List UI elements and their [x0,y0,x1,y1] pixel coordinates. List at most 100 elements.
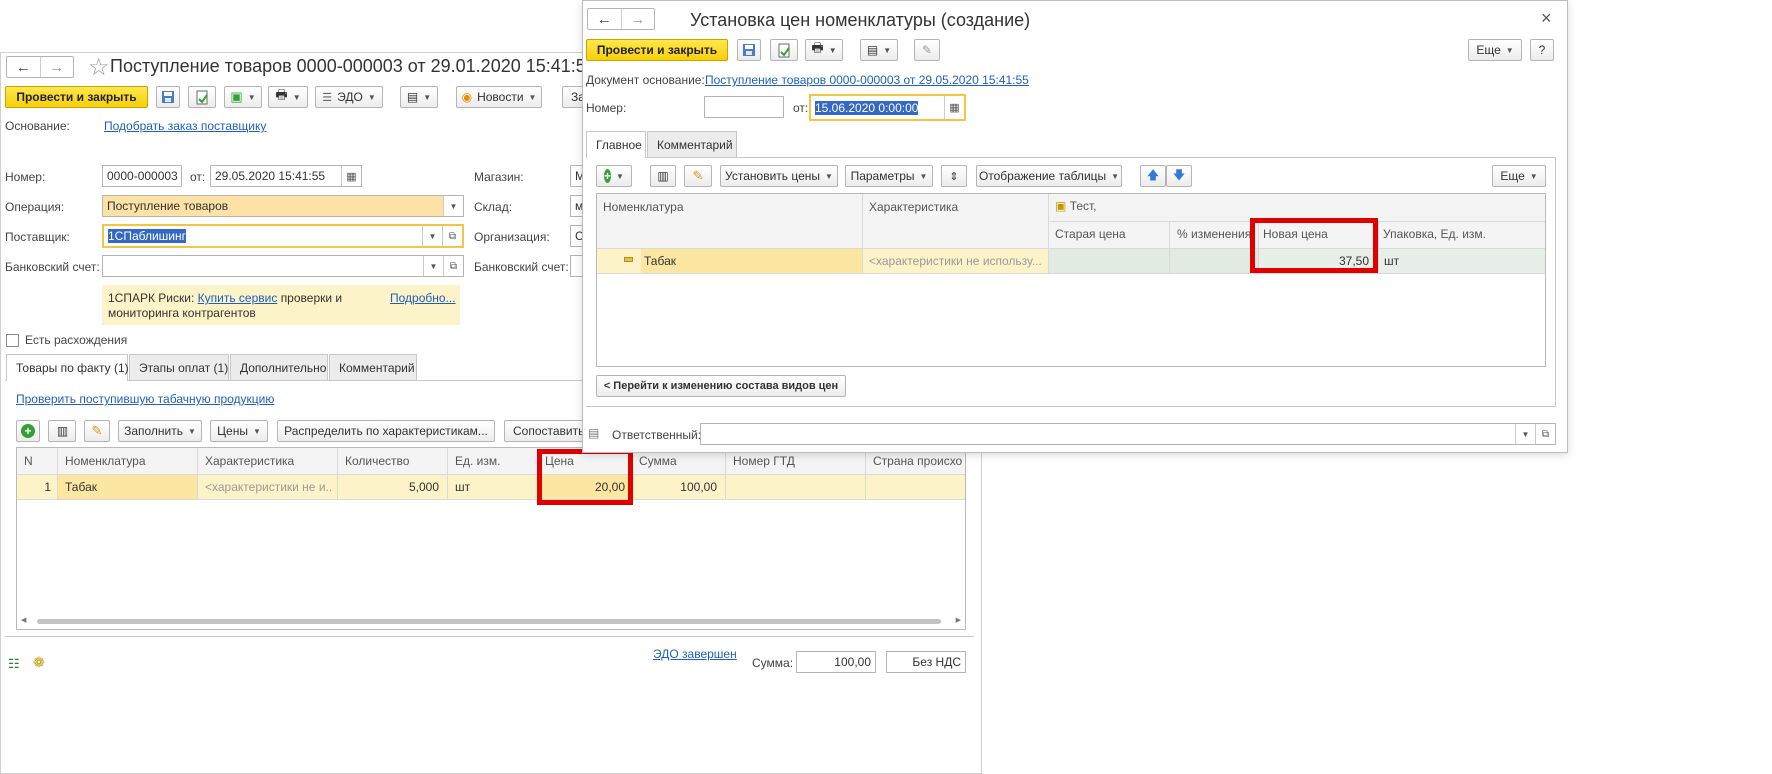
col-price-nomenklatura[interactable]: Номенклатура [603,200,853,214]
price-date-field[interactable]: 15.06.2020 0:00:00 ▦ [809,94,966,121]
tab-additional[interactable]: Дополнительно [230,354,328,380]
table-display-button[interactable]: Отображение таблицы ▼ [976,165,1122,187]
log-icon[interactable]: ☷ [8,656,20,672]
prices-button[interactable]: Цены ▼ [210,420,268,442]
compare-button[interactable]: Сопоставить [504,420,588,442]
price-post-close-button[interactable]: Провести и закрыть [586,39,728,61]
postavshik-field[interactable]: 1СПаблишинг ▼ ⧉ [102,224,464,248]
price-edit-button[interactable]: ✎ [914,39,940,61]
row-height-button[interactable]: ⇕ [941,165,967,187]
post-close-button[interactable]: Провести и закрыть [5,86,148,108]
price-row-harakteristika[interactable]: <характеристики не использу... [869,254,1041,268]
bank-field[interactable]: ▼ ⧉ [102,255,464,277]
fill-button[interactable]: Заполнить ▼ [118,420,202,442]
price-barcode-button[interactable]: ▥ [650,165,676,187]
chevron-down-icon[interactable]: ▼ [422,226,442,246]
price-post-button[interactable] [770,39,798,61]
post-button[interactable] [188,86,216,108]
scroll-thumb[interactable] [37,619,941,624]
create-based-button[interactable]: ▣ ▼ [224,86,262,108]
news-button[interactable]: ◉ Новости ▼ [456,86,542,108]
col-gtd[interactable]: Номер ГТД [733,454,861,468]
row-ed[interactable]: шт [455,480,533,494]
calendar-icon[interactable]: ▦ [341,166,361,186]
date-field[interactable]: 29.05.2020 15:41:55 ▦ [210,165,362,187]
price-reports-button[interactable]: ▤ ▼ [860,39,898,61]
distribute-button[interactable]: Распределить по характеристикам... [277,420,495,442]
back-arrow-icon[interactable]: ← [588,9,621,29]
tab-comment[interactable]: Комментарий [329,354,417,380]
star-icon[interactable]: ☆ [88,53,110,82]
col-price-harakteristika[interactable]: Характеристика [869,200,1039,214]
open-icon[interactable]: ⧉ [1535,424,1555,444]
row-kolichestvo[interactable]: 5,000 [341,480,439,494]
tab-main[interactable]: Главное [586,131,646,158]
add-row-button[interactable]: + [16,420,40,442]
col-change[interactable]: % изменения [1177,227,1257,241]
scroll-left-icon[interactable]: ◀ [21,616,26,624]
price-row-unit[interactable]: шт [1384,254,1534,268]
save-button[interactable] [156,86,180,108]
print-button[interactable]: 🖶 ▼ [268,86,308,108]
price-row-nomenklatura[interactable]: Табак [644,254,854,268]
price-nomer-field[interactable] [704,96,784,118]
chevron-down-icon[interactable]: ▼ [423,256,443,276]
col-old-price[interactable]: Старая цена [1055,227,1165,241]
forward-arrow-icon[interactable]: → [39,57,74,77]
close-icon[interactable]: × [1541,8,1552,29]
back-arrow-icon[interactable]: ← [7,57,40,77]
osnovanie-link[interactable]: Подобрать заказ поставщику [104,119,266,133]
chevron-down-icon[interactable]: ▼ [1515,424,1535,444]
check-tobacco-link[interactable]: Проверить поступившую табачную продукцию [16,392,274,406]
row-summa[interactable]: 100,00 [635,480,717,494]
tab-goods[interactable]: Товары по факту (1) [6,354,129,381]
spark-more-link[interactable]: Подробно... [390,291,456,305]
horizontal-scrollbar[interactable]: ◀ ▶ [21,616,961,626]
tab-price-comment[interactable]: Комментарий [647,131,737,157]
col-n[interactable]: N [24,454,54,468]
price-save-button[interactable] [737,39,761,61]
open-icon[interactable]: ⧉ [442,226,462,246]
col-ed[interactable]: Ед. изм. [455,454,533,468]
col-summa[interactable]: Сумма [639,454,721,468]
price-more-button[interactable]: Еще ▼ [1468,39,1522,61]
row-harakteristika[interactable]: <характеристики не и... [205,480,333,494]
pick-button[interactable]: ✎ [84,420,110,442]
edo-button[interactable]: ☰ ЭДО ▼ [315,86,383,108]
price-pick-button[interactable]: ✎ [684,165,712,187]
operaciya-field[interactable]: Поступление товаров ▼ [102,195,464,217]
row-nomenklatura[interactable]: Табак [65,480,193,494]
edo-status-icon[interactable]: ❁ [33,654,45,671]
price-grid-more-button[interactable]: Еще ▼ [1492,165,1546,187]
tab-payments[interactable]: Этапы оплат (1) [129,354,229,380]
forward-arrow-icon[interactable]: → [620,9,655,29]
col-nomenklatura[interactable]: Номенклатура [65,454,193,468]
basis-link[interactable]: Поступление товаров 0000-000003 от 29.05… [705,73,1029,87]
params-button[interactable]: Параметры ▼ [845,165,933,187]
reports-button[interactable]: ▤ ▼ [400,86,438,108]
price-print-button[interactable]: 🖶 ▼ [805,39,843,61]
summa-label: Сумма: [752,656,794,670]
col-strana[interactable]: Страна происхо... [873,454,963,468]
col-kolichestvo[interactable]: Количество [345,454,443,468]
set-prices-button[interactable]: Установить цены ▼ [720,165,838,187]
goto-price-types-button[interactable]: < Перейти к изменению состава видов цен [596,375,846,397]
chevron-down-icon[interactable]: ▼ [443,196,463,216]
nomer-field[interactable]: 0000-000003 [102,165,182,187]
comment-icon[interactable]: ▤ [588,426,599,440]
bank-label-2: Банковский счет: [474,260,569,274]
col-harakteristika[interactable]: Характеристика [205,454,333,468]
scroll-right-icon[interactable]: ▶ [956,616,961,624]
calendar-icon[interactable]: ▦ [944,96,964,119]
responsible-field[interactable]: ▼ ⧉ [700,423,1556,445]
discrepancy-checkbox[interactable] [6,334,19,347]
help-button[interactable]: ? [1530,39,1554,61]
open-icon[interactable]: ⧉ [443,256,463,276]
price-add-button[interactable]: + ▼ [596,165,632,187]
barcode-button[interactable]: ▥ [48,420,76,442]
move-down-button[interactable]: 🡇 [1166,165,1192,187]
spark-buy-link[interactable]: Купить сервис [198,291,278,305]
col-unit[interactable]: Упаковка, Ед. изм. [1383,227,1541,241]
move-up-button[interactable]: 🡅 [1140,165,1166,187]
edo-status-link[interactable]: ЭДО завершен [653,647,737,661]
